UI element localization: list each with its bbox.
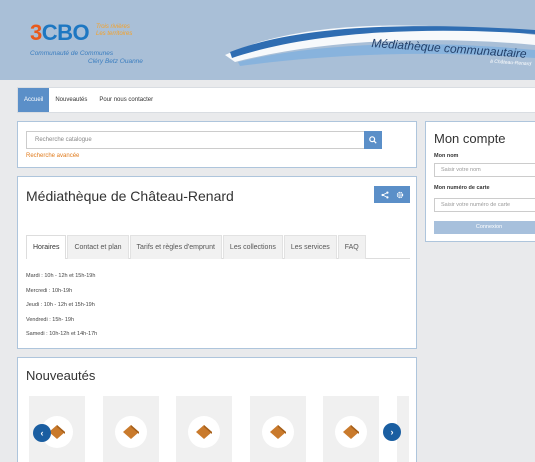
tab-tarifs[interactable]: Tarifs et règles d'emprunt [129, 235, 222, 259]
chevron-left-icon: ‹ [40, 428, 44, 438]
news-item[interactable] [323, 396, 379, 462]
book-icon [188, 416, 220, 448]
search-panel: Recherche catalogue Recherche avancée [17, 121, 417, 168]
nav-item-nouveautes[interactable]: Nouveautés [49, 88, 93, 112]
library-title: Médiathèque de Château-Renard [26, 188, 234, 204]
card-number-label: Mon numéro de carte [434, 185, 490, 191]
account-panel: Mon compte Mon nom Saisir votre nom Mon … [425, 121, 535, 242]
account-title: Mon compte [434, 131, 506, 146]
hours-line: Samedi : 10h-12h et 14h-17h [26, 331, 98, 338]
logo-tagline: Trois rivières Les territoires [96, 24, 133, 37]
login-button[interactable]: Connexion [434, 221, 535, 234]
search-button[interactable] [364, 131, 382, 149]
main-nav: Accueil Nouveautés Pour nous contacter [17, 87, 535, 113]
library-panel: Médiathèque de Château-Renard Horaires C… [17, 176, 417, 349]
news-panel: Nouveautés ‹ › [17, 357, 417, 462]
tab-faq[interactable]: FAQ [337, 235, 366, 259]
book-icon [262, 416, 294, 448]
card-number-input[interactable]: Saisir votre numéro de carte [434, 198, 535, 212]
share-icon[interactable] [380, 190, 389, 199]
hours-line: Vendredi : 15h- 19h [26, 316, 75, 323]
carousel-next-button[interactable]: › [383, 423, 401, 441]
chevron-right-icon: › [390, 427, 394, 437]
book-icon [335, 416, 367, 448]
name-input[interactable]: Saisir votre nom [434, 163, 535, 177]
advanced-search-link[interactable]: Recherche avancée [26, 153, 79, 159]
book-icon [115, 416, 147, 448]
nav-item-contact[interactable]: Pour nous contacter [93, 88, 159, 112]
tab-horaires[interactable]: Horaires [26, 235, 67, 259]
hours-line: Mardi : 10h - 12h et 15h-19h [26, 273, 96, 279]
name-label: Mon nom [434, 153, 459, 159]
hours-line: Mercredi : 10h-19h [26, 287, 73, 294]
opening-hours: Mardi : 10h - 12h et 15h-19h Mercredi : … [26, 269, 97, 342]
news-title: Nouveautés [26, 368, 96, 383]
site-banner: 3CBO Trois rivières Les territoires Commu… [0, 0, 535, 80]
search-input[interactable]: Recherche catalogue [26, 131, 364, 149]
hours-line: Jeudi : 10h - 12h et 15h-19h [26, 302, 95, 309]
tab-collections[interactable]: Les collections [222, 235, 283, 259]
community-towns: Cléry Betz Ouanne [88, 58, 143, 65]
search-icon [369, 136, 377, 144]
carousel-prev-button[interactable]: ‹ [33, 424, 51, 442]
nav-item-accueil[interactable]: Accueil [18, 88, 50, 112]
news-item[interactable] [103, 396, 159, 462]
gear-icon[interactable] [396, 191, 404, 199]
logo[interactable]: 3CBO [30, 20, 90, 46]
news-item[interactable] [176, 396, 232, 462]
library-tabs: Horaires Contact et plan Tarifs et règle… [26, 235, 410, 259]
community-name: Communauté de Communes [30, 50, 114, 57]
news-item[interactable] [250, 396, 306, 462]
panel-actions [374, 186, 410, 203]
tab-contact[interactable]: Contact et plan [67, 235, 129, 259]
tab-services[interactable]: Les services [283, 235, 337, 259]
